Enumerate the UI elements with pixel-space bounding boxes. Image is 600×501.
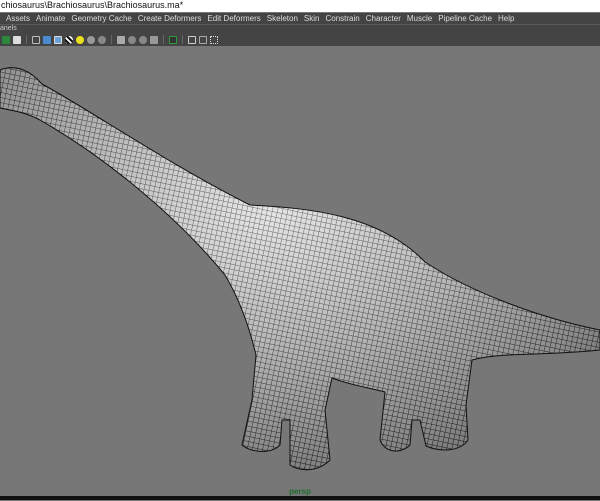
antialias-icon[interactable]	[139, 35, 147, 44]
sphere-icon[interactable]	[98, 35, 106, 44]
menu-edit-deformers[interactable]: Edit Deformers	[207, 14, 260, 23]
menu-constrain[interactable]: Constrain	[325, 14, 359, 23]
menu-animate[interactable]: Animate	[36, 14, 65, 23]
xray-joints-icon[interactable]	[199, 35, 207, 44]
menu-pipeline-cache[interactable]: Pipeline Cache	[438, 14, 492, 23]
xray-icon[interactable]	[188, 35, 196, 44]
viewport-toolbar	[0, 33, 600, 46]
menu-create-deformers[interactable]: Create Deformers	[138, 14, 202, 23]
brachiosaurus-wireframe-mesh	[0, 67, 600, 471]
textured-icon[interactable]	[65, 35, 73, 44]
smooth-shade-icon[interactable]	[43, 35, 51, 44]
xray-components-icon[interactable]	[210, 35, 218, 44]
viewport-border	[0, 496, 600, 500]
shadow-icon[interactable]	[87, 35, 95, 44]
layout-icon[interactable]	[13, 35, 21, 44]
menu-skin[interactable]: Skin	[304, 14, 320, 23]
separator	[26, 35, 27, 44]
menu-geometry-cache[interactable]: Geometry Cache	[71, 14, 131, 23]
menu-bar: Assets Animate Geometry Cache Create Def…	[0, 12, 600, 24]
menu-character[interactable]: Character	[366, 14, 401, 23]
window-title: chiosaurus\Brachiosaurus\Brachiosaurus.m…	[0, 0, 600, 12]
separator	[182, 35, 183, 44]
wireframe-icon[interactable]	[32, 35, 40, 44]
menu-skeleton[interactable]: Skeleton	[267, 14, 298, 23]
menu-muscle[interactable]: Muscle	[407, 14, 432, 23]
wireframe-on-shaded-icon[interactable]	[54, 35, 62, 44]
multisample-icon[interactable]	[150, 35, 158, 44]
two-pane-icon[interactable]	[2, 35, 10, 44]
panels-menu[interactable]: anels	[0, 24, 600, 33]
light-icon[interactable]	[76, 35, 84, 44]
ambient-occlusion-icon[interactable]	[117, 35, 125, 44]
separator	[163, 35, 164, 44]
perspective-viewport[interactable]	[0, 46, 600, 496]
separator	[111, 35, 112, 44]
camera-label: persp	[289, 487, 311, 496]
motion-blur-icon[interactable]	[128, 35, 136, 44]
menu-help[interactable]: Help	[498, 14, 514, 23]
isolate-select-icon[interactable]	[169, 35, 177, 44]
menu-assets[interactable]: Assets	[6, 14, 30, 23]
dinosaur-body	[0, 67, 600, 471]
